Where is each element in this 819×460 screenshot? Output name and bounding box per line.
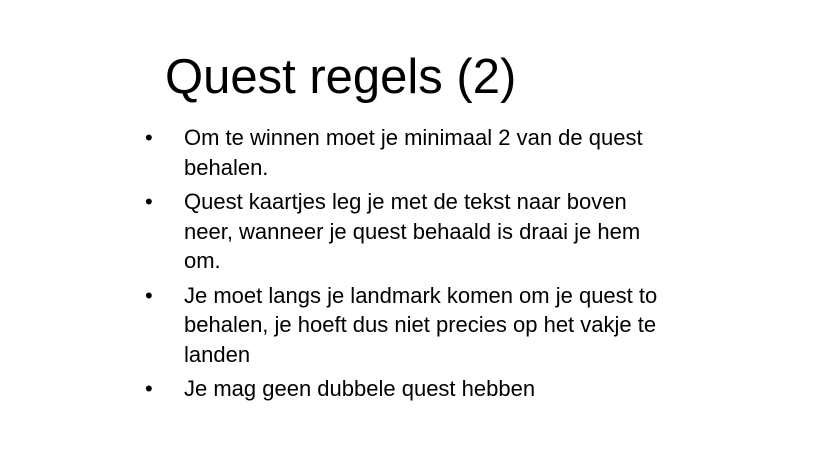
slide: Quest regels (2) • Om te winnen moet je … bbox=[0, 0, 819, 460]
bullet-text: Om te winnen moet je minimaal 2 van de q… bbox=[184, 123, 724, 182]
bullet-line: Je mag geen dubbele quest hebben bbox=[184, 376, 536, 401]
bullet-dot-icon: • bbox=[145, 125, 153, 150]
bullet-list: • Om te winnen moet je minimaal 2 van de… bbox=[0, 123, 819, 409]
bullet-dot-icon: • bbox=[145, 189, 153, 214]
list-item: • Je moet langs je landmark komen om je … bbox=[0, 281, 819, 370]
bullet-line: behalen, je hoeft dus niet precies op he… bbox=[184, 312, 657, 337]
bullet-line: neer, wanneer je quest behaald is draai … bbox=[184, 218, 641, 244]
bullet-dot-icon: • bbox=[145, 376, 153, 401]
bullet-line: om. bbox=[184, 248, 221, 273]
bullet-line: Je moet langs je landmark komen om je qu… bbox=[184, 282, 658, 308]
bullet-line: Quest kaartjes leg je met de tekst naar … bbox=[184, 189, 627, 214]
list-item: • Je mag geen dubbele quest hebben bbox=[0, 374, 819, 404]
bullet-line: Om te winnen moet je minimaal 2 van de q… bbox=[184, 125, 643, 150]
slide-title: Quest regels (2) bbox=[165, 50, 517, 104]
bullet-dot-icon: • bbox=[145, 282, 153, 308]
bullet-text: Je mag geen dubbele quest hebben bbox=[184, 374, 724, 404]
bullet-line: behalen. bbox=[184, 154, 269, 180]
list-item: • Om te winnen moet je minimaal 2 van de… bbox=[0, 123, 819, 182]
bullet-text: Je moet langs je landmark komen om je qu… bbox=[184, 281, 724, 370]
bullet-line: landen bbox=[184, 341, 251, 367]
bullet-text: Quest kaartjes leg je met de tekst naar … bbox=[184, 187, 724, 276]
list-item: • Quest kaartjes leg je met de tekst naa… bbox=[0, 187, 819, 276]
